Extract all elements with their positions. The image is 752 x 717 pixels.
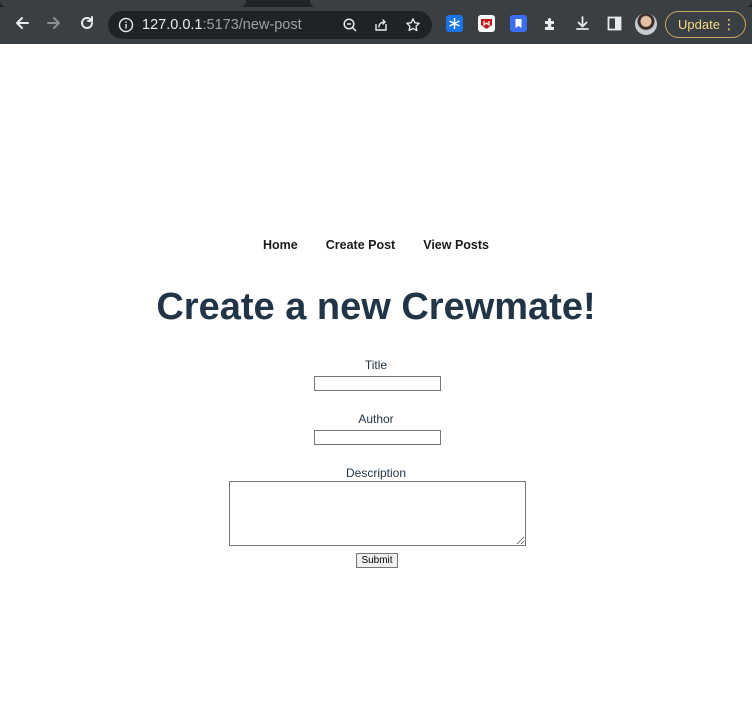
- arrow-left-icon: [16, 17, 29, 29]
- nav-link-view-posts[interactable]: View Posts: [423, 238, 489, 252]
- side-panel-icon[interactable]: [605, 14, 623, 32]
- tab-inactive-edge[interactable]: [310, 0, 752, 7]
- forward-button[interactable]: [43, 12, 65, 34]
- description-textarea[interactable]: [229, 481, 526, 546]
- tab-active-edge[interactable]: [0, 0, 246, 7]
- nav-link-create-post[interactable]: Create Post: [326, 238, 395, 252]
- arrow-right-icon: [47, 17, 60, 29]
- url-host: 127.0.0.1: [142, 17, 203, 33]
- update-button-label: Update: [678, 17, 720, 32]
- extension-mcafee-icon[interactable]: [477, 14, 495, 32]
- download-icon[interactable]: [573, 14, 591, 32]
- reload-icon: [81, 16, 93, 29]
- zoom-out-icon[interactable]: [341, 16, 359, 34]
- url-path: :5173/new-post: [202, 17, 302, 33]
- title-label: Title: [364, 358, 388, 372]
- star-icon[interactable]: [404, 16, 422, 34]
- title-input[interactable]: [314, 376, 441, 391]
- description-label: Description: [345, 466, 407, 480]
- puzzle-icon[interactable]: [541, 14, 559, 32]
- main-nav: Home Create Post View Posts: [0, 238, 752, 252]
- address-bar[interactable]: 127.0.0.1:5173/new-post: [108, 11, 432, 39]
- url-text[interactable]: 127.0.0.1:5173/new-post: [142, 17, 302, 33]
- page-title: Create a new Crewmate!: [156, 286, 596, 328]
- author-input[interactable]: [314, 430, 441, 445]
- submit-button[interactable]: Submit: [356, 553, 398, 568]
- nav-link-home[interactable]: Home: [263, 238, 298, 252]
- extension-snowflake-icon[interactable]: [445, 14, 463, 32]
- update-button[interactable]: Update ⋮: [665, 11, 746, 38]
- back-button[interactable]: [11, 12, 33, 34]
- author-label: Author: [358, 412, 394, 426]
- browser-toolbar: 127.0.0.1:5173/new-post Update ⋮: [0, 0, 752, 44]
- extension-bookmark-icon[interactable]: [509, 14, 527, 32]
- kebab-menu-icon[interactable]: ⋮: [722, 15, 736, 34]
- tab-strip: [0, 0, 752, 7]
- share-icon[interactable]: [372, 16, 390, 34]
- info-icon[interactable]: [117, 16, 135, 34]
- profile-avatar[interactable]: [635, 13, 657, 35]
- reload-button[interactable]: [76, 12, 98, 34]
